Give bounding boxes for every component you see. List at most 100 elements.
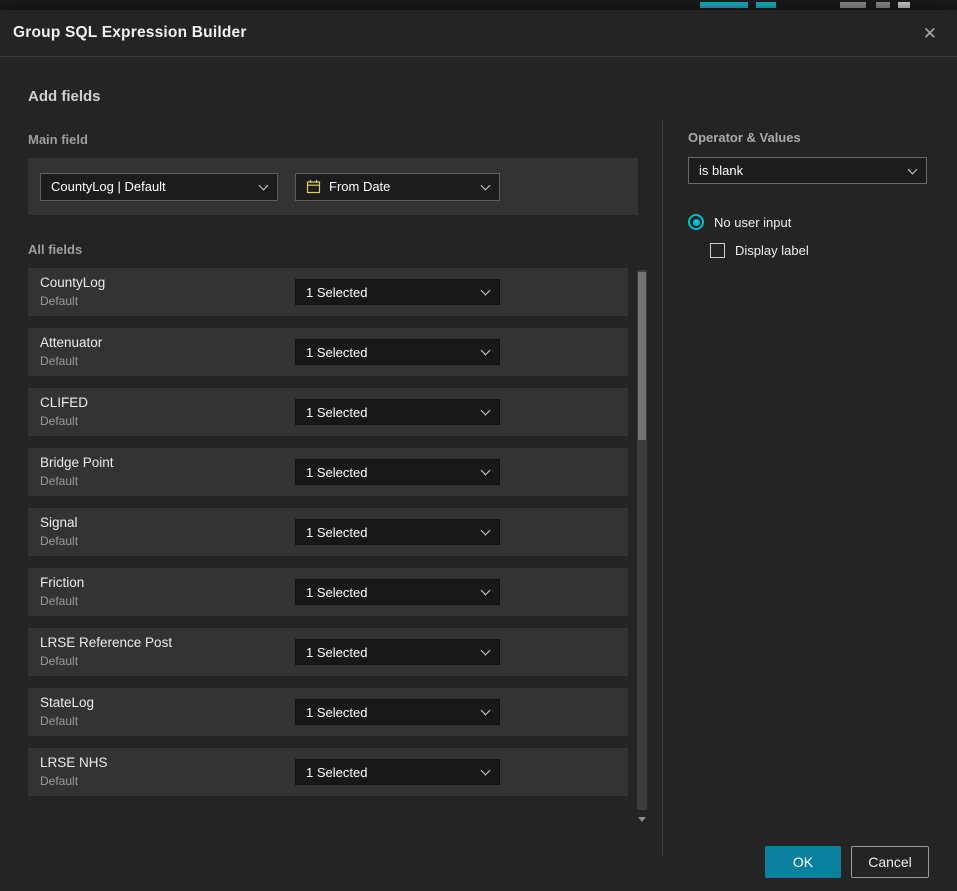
- main-field-label: Main field: [28, 132, 662, 147]
- field-row-text: Friction Default: [40, 575, 84, 608]
- no-user-input-label: No user input: [714, 215, 791, 230]
- checkbox-unchecked-icon: [710, 243, 725, 258]
- field-subtitle: Default: [40, 294, 105, 308]
- operator-select-value: is blank: [699, 163, 743, 178]
- layer-select[interactable]: CountyLog | Default: [40, 173, 278, 201]
- field-name: Signal: [40, 515, 78, 530]
- chevron-down-icon: [481, 766, 491, 776]
- dialog-body: Add fields Main field CountyLog | Defaul…: [0, 57, 957, 833]
- field-subtitle: Default: [40, 354, 102, 368]
- field-row: CountyLog Default 1 Selected: [28, 268, 628, 316]
- field-count-select-value: 1 Selected: [306, 705, 367, 720]
- scrollbar-thumb[interactable]: [638, 272, 646, 440]
- no-user-input-radio[interactable]: No user input: [688, 214, 957, 230]
- chevron-down-icon: [259, 180, 269, 190]
- group-sql-expression-builder-dialog: Group SQL Expression Builder ✕ Add field…: [0, 10, 957, 891]
- field-subtitle: Default: [40, 534, 78, 548]
- field-count-select-value: 1 Selected: [306, 585, 367, 600]
- layer-select-value: CountyLog | Default: [51, 179, 166, 194]
- all-fields-list: CountyLog Default 1 Selected Attenuator …: [28, 268, 662, 796]
- field-row-text: Bridge Point Default: [40, 455, 114, 488]
- chevron-down-icon: [481, 586, 491, 596]
- field-count-select[interactable]: 1 Selected: [295, 579, 500, 605]
- display-label-checkbox[interactable]: Display label: [710, 243, 957, 258]
- chevron-down-icon: [481, 286, 491, 296]
- calendar-icon: [306, 179, 321, 194]
- field-subtitle: Default: [40, 774, 108, 788]
- main-field-panel: CountyLog | Default From Date: [28, 158, 638, 215]
- screen: Group SQL Expression Builder ✕ Add field…: [0, 0, 957, 891]
- field-subtitle: Default: [40, 654, 172, 668]
- operator-values-heading: Operator & Values: [688, 130, 957, 145]
- all-fields-list-wrap: CountyLog Default 1 Selected Attenuator …: [28, 268, 662, 796]
- field-row: Bridge Point Default 1 Selected: [28, 448, 628, 496]
- dialog-footer: OK Cancel: [0, 833, 957, 891]
- clipped-background-content: [898, 2, 910, 8]
- clipped-background-content: [876, 2, 890, 8]
- dialog-title: Group SQL Expression Builder: [13, 24, 247, 42]
- field-row-text: LRSE NHS Default: [40, 755, 108, 788]
- field-row-text: CountyLog Default: [40, 275, 105, 308]
- field-subtitle: Default: [40, 594, 84, 608]
- cancel-button[interactable]: Cancel: [851, 846, 929, 878]
- field-row: Attenuator Default 1 Selected: [28, 328, 628, 376]
- operator-values-column: Operator & Values is blank No user input…: [663, 57, 957, 258]
- chevron-down-icon: [481, 406, 491, 416]
- clipped-background-app: [0, 0, 957, 10]
- chevron-down-icon: [481, 526, 491, 536]
- display-label-text: Display label: [735, 243, 809, 258]
- chevron-down-icon: [481, 466, 491, 476]
- field-count-select-value: 1 Selected: [306, 765, 367, 780]
- clipped-background-content: [756, 2, 776, 8]
- field-name: Bridge Point: [40, 455, 114, 470]
- scrollbar-down-arrow-icon[interactable]: [638, 817, 646, 822]
- clipped-background-content: [700, 2, 748, 8]
- field-row-text: Signal Default: [40, 515, 78, 548]
- field-subtitle: Default: [40, 414, 88, 428]
- chevron-down-icon: [481, 346, 491, 356]
- field-subtitle: Default: [40, 714, 94, 728]
- field-count-select-value: 1 Selected: [306, 645, 367, 660]
- field-name: Friction: [40, 575, 84, 590]
- clipped-background-content: [840, 2, 866, 8]
- ok-button[interactable]: OK: [765, 846, 841, 878]
- scrollbar-track[interactable]: [637, 270, 647, 810]
- field-row: CLIFED Default 1 Selected: [28, 388, 628, 436]
- field-count-select-value: 1 Selected: [306, 525, 367, 540]
- field-count-select[interactable]: 1 Selected: [295, 759, 500, 785]
- field-row: Friction Default 1 Selected: [28, 568, 628, 616]
- field-count-select[interactable]: 1 Selected: [295, 699, 500, 725]
- main-field-select[interactable]: From Date: [295, 173, 500, 201]
- field-row-text: LRSE Reference Post Default: [40, 635, 172, 668]
- field-count-select-value: 1 Selected: [306, 465, 367, 480]
- field-count-select[interactable]: 1 Selected: [295, 639, 500, 665]
- field-name: LRSE Reference Post: [40, 635, 172, 650]
- field-count-select[interactable]: 1 Selected: [295, 399, 500, 425]
- field-row: Signal Default 1 Selected: [28, 508, 628, 556]
- field-count-select[interactable]: 1 Selected: [295, 279, 500, 305]
- field-subtitle: Default: [40, 474, 114, 488]
- field-count-select-value: 1 Selected: [306, 345, 367, 360]
- field-count-select[interactable]: 1 Selected: [295, 459, 500, 485]
- field-count-select-value: 1 Selected: [306, 285, 367, 300]
- chevron-down-icon: [481, 706, 491, 716]
- field-count-select[interactable]: 1 Selected: [295, 519, 500, 545]
- field-row-text: StateLog Default: [40, 695, 94, 728]
- chevron-down-icon: [481, 180, 491, 190]
- field-name: StateLog: [40, 695, 94, 710]
- fields-column: Add fields Main field CountyLog | Defaul…: [0, 57, 662, 808]
- chevron-down-icon: [908, 164, 918, 174]
- field-row-text: CLIFED Default: [40, 395, 88, 428]
- field-row-text: Attenuator Default: [40, 335, 102, 368]
- field-count-select[interactable]: 1 Selected: [295, 339, 500, 365]
- field-name: LRSE NHS: [40, 755, 108, 770]
- close-icon[interactable]: ✕: [919, 21, 941, 46]
- main-field-select-value: From Date: [329, 179, 390, 194]
- field-row: LRSE Reference Post Default 1 Selected: [28, 628, 628, 676]
- field-name: CountyLog: [40, 275, 105, 290]
- dialog-header: Group SQL Expression Builder ✕: [0, 10, 957, 57]
- field-name: Attenuator: [40, 335, 102, 350]
- field-row: LRSE NHS Default 1 Selected: [28, 748, 628, 796]
- operator-select[interactable]: is blank: [688, 157, 927, 184]
- field-count-select-value: 1 Selected: [306, 405, 367, 420]
